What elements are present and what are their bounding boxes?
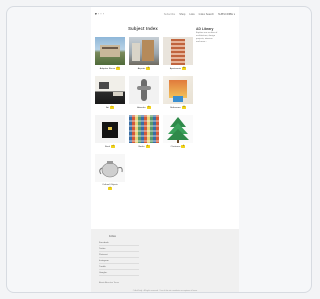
subject-card[interactable]: Books 9 — [129, 115, 159, 148]
main-area: Subject Index Adaptive Reuse 12 Airports… — [91, 21, 239, 190]
footer-link-twitter[interactable]: Twitter — [99, 248, 139, 252]
subject-caption: Bathrooms 11 — [170, 106, 186, 109]
count-badge: 9 — [145, 145, 150, 148]
chevron-down-icon: ▾ — [233, 12, 235, 16]
site-footer: Follow Facebook Twitter Pinterest Instag… — [91, 229, 239, 292]
subject-caption: Artworks 6 — [137, 106, 151, 109]
nav-menu-subscribe[interactable]: SUBSCRIBE ▾ — [218, 13, 235, 16]
subject-label[interactable]: Cultural Objects — [102, 184, 118, 186]
site-logo[interactable]: ▾ · · · — [95, 12, 104, 16]
content-column: Subject Index Adaptive Reuse 12 Airports… — [94, 21, 193, 190]
subject-caption: Books 9 — [138, 145, 150, 148]
footer-link-facebook[interactable]: Facebook — [99, 242, 139, 246]
subject-caption: Book 4 — [105, 145, 115, 148]
sidebar: AD Library Explore our archive of archit… — [192, 21, 236, 190]
count-badge: 8 — [146, 67, 151, 70]
teapot-photo-icon[interactable] — [95, 154, 125, 182]
subject-card[interactable]: Christmas 3 — [163, 115, 193, 148]
book-photo-icon[interactable] — [95, 115, 125, 143]
art-room-photo-icon[interactable] — [95, 76, 125, 104]
airport-photo-icon[interactable] — [129, 37, 159, 65]
count-badge: 6 — [146, 106, 151, 109]
sidebar-title: AD Library — [196, 27, 214, 31]
count-badge: 5 — [109, 106, 114, 109]
nav-menu-label: SUBSCRIBE — [217, 12, 233, 16]
nav-link-shop[interactable]: Shop — [179, 13, 185, 16]
nav-link-lists[interactable]: Lists — [189, 13, 194, 16]
sidebar-line: and more... — [196, 41, 208, 43]
subject-card[interactable]: Adaptive Reuse 12 — [95, 37, 125, 70]
count-badge: 12 — [116, 67, 121, 70]
nav-link-subscribe[interactable]: Subscribe — [164, 13, 176, 16]
copyright-text: © ArchDaily · All rights reserved · Use … — [132, 290, 198, 292]
books-grid-photo-icon[interactable] — [129, 115, 159, 143]
subject-label[interactable]: Adaptive Reuse — [100, 68, 115, 70]
sculpture-photo-icon[interactable] — [129, 76, 159, 104]
teapot-icon — [99, 161, 123, 178]
subject-grid: Adaptive Reuse 12 Airports 8 Apartments … — [94, 37, 193, 148]
count-badge: 30 — [182, 67, 187, 70]
subject-caption: Cultural Objects 2 — [102, 184, 118, 190]
site-page: ▾ · · · Subscribe Shop Lists Index Searc… — [91, 7, 239, 292]
subject-card[interactable]: Cultural Objects 2 — [95, 154, 125, 190]
subject-card[interactable]: Book 4 — [95, 115, 125, 148]
subject-caption: Adaptive Reuse 12 — [100, 67, 121, 70]
subject-label[interactable]: Bathrooms — [170, 107, 181, 109]
building-photo-icon[interactable] — [95, 37, 125, 65]
subject-card[interactable]: Artworks 6 — [129, 76, 159, 109]
subject-label[interactable]: Books — [138, 146, 144, 148]
subject-caption: Christmas 3 — [171, 145, 186, 148]
subject-label[interactable]: Art — [106, 107, 109, 109]
footer-heading: Follow — [109, 235, 116, 238]
browser-frame: ▾ · · · Subscribe Shop Lists Index Searc… — [6, 6, 312, 293]
footer-link-google[interactable]: Google+ — [99, 272, 139, 276]
subject-card[interactable]: Art 5 — [95, 76, 125, 109]
count-badge: 2 — [108, 187, 112, 190]
subject-label[interactable]: Airports — [138, 68, 146, 70]
subject-caption: Art 5 — [106, 106, 114, 109]
top-navigation: ▾ · · · Subscribe Shop Lists Index Searc… — [91, 7, 239, 21]
subject-label[interactable]: Apartments — [170, 68, 181, 70]
footer-bottom-links[interactable]: About Advertise Terms — [99, 282, 119, 284]
subject-label[interactable]: Artworks — [137, 107, 146, 109]
subject-label[interactable]: Book — [105, 146, 110, 148]
count-badge: 11 — [181, 106, 186, 109]
subject-card[interactable]: Bathrooms 11 — [163, 76, 193, 109]
nav-link-index-search[interactable]: Index Search — [199, 13, 214, 16]
count-badge: 4 — [111, 145, 115, 148]
christmas-tree-photo-icon[interactable] — [163, 115, 193, 143]
subject-caption: Airports 8 — [138, 67, 151, 70]
sidebar-text: Explore our archive of architecture, des… — [196, 32, 236, 44]
page-title: Subject Index — [128, 26, 158, 31]
count-badge: 3 — [181, 145, 186, 148]
subject-card[interactable]: Airports 8 — [129, 37, 159, 70]
tree-icon — [167, 117, 189, 143]
subject-label[interactable]: Christmas — [171, 146, 181, 148]
footer-link-tumblr[interactable]: Tumblr — [99, 266, 139, 270]
apartment-photo-icon[interactable] — [163, 37, 193, 65]
footer-link-instagram[interactable]: Instagram — [99, 260, 139, 264]
footer-link-pinterest[interactable]: Pinterest — [99, 254, 139, 258]
subject-card[interactable]: Apartments 30 — [163, 37, 193, 70]
bathroom-photo-icon[interactable] — [163, 76, 193, 104]
subject-caption: Apartments 30 — [170, 67, 187, 70]
